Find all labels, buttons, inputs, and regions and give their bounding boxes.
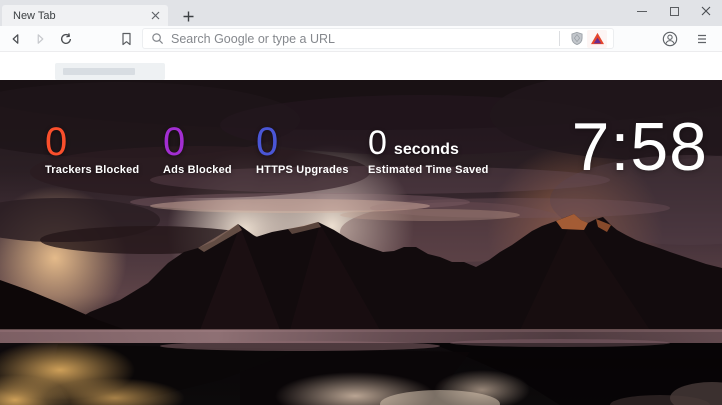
navigation-toolbar [0,26,722,52]
close-icon [701,6,711,16]
bookmark-icon [120,32,133,46]
time-saved-label: Estimated Time Saved [368,164,489,177]
address-bar-divider [559,31,560,46]
https-upgrades-count: 0 [256,124,349,160]
shield-icon [570,31,584,46]
search-icon [151,32,164,45]
brave-shields-button[interactable] [567,30,587,48]
trackers-blocked-label: Trackers Blocked [45,164,139,177]
minimize-icon [637,11,647,12]
stat-time-saved: 0 seconds Estimated Time Saved [368,126,489,177]
minimize-button[interactable] [626,0,658,22]
time-saved-unit: seconds [394,141,459,159]
tab-close-icon[interactable] [148,9,162,23]
new-tab-button[interactable] [176,6,200,26]
tab-new-tab[interactable]: New Tab [2,5,168,26]
ads-blocked-label: Ads Blocked [163,164,232,177]
back-icon [9,32,23,46]
reload-icon [59,32,73,46]
brave-rewards-button[interactable] [587,30,607,48]
menu-button[interactable] [690,28,714,50]
tab-bar: New Tab [0,0,722,26]
https-upgrades-label: HTTPS Upgrades [256,164,349,177]
stat-trackers-blocked: 0 Trackers Blocked [45,124,139,177]
ads-blocked-count: 0 [163,124,232,160]
bat-triangle-icon [590,32,605,45]
close-window-button[interactable] [690,0,722,22]
address-bar[interactable] [142,28,614,49]
browser-window: New Tab [0,0,722,405]
window-controls [626,0,722,22]
maximize-icon [670,7,679,16]
profile-icon [662,31,678,47]
new-tab-page: 0 Trackers Blocked 0 Ads Blocked 0 HTTPS… [0,52,722,405]
bookmark-button[interactable] [114,28,138,50]
reload-button[interactable] [54,28,78,50]
profile-button[interactable] [658,28,682,50]
stat-https-upgrades: 0 HTTPS Upgrades [256,124,349,177]
toolbar-right-group [658,28,714,50]
clock: 7:58 [572,110,708,184]
hamburger-menu-icon [696,33,708,45]
forward-button[interactable] [28,28,52,50]
tab-title: New Tab [13,10,56,22]
back-button[interactable] [4,28,28,50]
forward-icon [33,32,47,46]
trackers-blocked-count: 0 [45,124,139,160]
time-saved-count: 0 [368,126,387,160]
stat-ads-blocked: 0 Ads Blocked [163,124,232,177]
page-top-strip [0,52,722,80]
url-input[interactable] [171,32,555,46]
maximize-button[interactable] [658,0,690,22]
wallpaper-image: 0 Trackers Blocked 0 Ads Blocked 0 HTTPS… [0,80,722,405]
ghost-tile-artifact [55,63,165,80]
